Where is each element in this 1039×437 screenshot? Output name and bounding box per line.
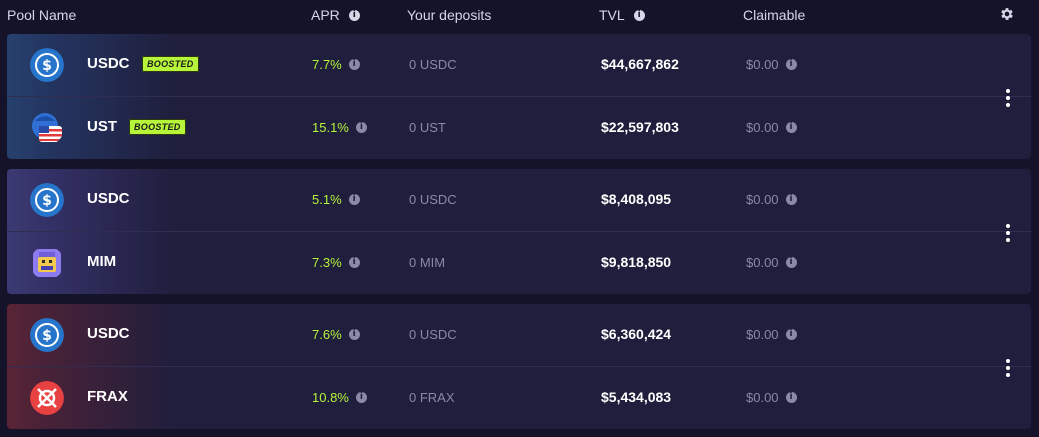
deposit-value: 0 MIM — [409, 255, 446, 270]
gear-icon[interactable] — [999, 6, 1015, 22]
info-icon[interactable]: i — [785, 257, 797, 268]
pool-row[interactable]: $ USDC 5.1% i 0 USDC $8,408,095 $0.00 i — [7, 169, 1031, 231]
usdc-icon: $ — [30, 318, 64, 352]
pool-row[interactable]: $ USDC BOOSTED 7.7% i 0 USDC $44,667,862… — [7, 34, 1031, 96]
mim-icon — [33, 249, 61, 277]
table-header: Pool Name APR i Your deposits TVL i Clai… — [0, 0, 1039, 30]
boosted-badge: BOOSTED — [142, 56, 199, 72]
info-icon[interactable]: i — [348, 329, 360, 340]
apr-value: 7.3% i — [312, 255, 360, 270]
info-icon[interactable]: i — [785, 59, 797, 70]
info-icon[interactable]: i — [633, 9, 645, 21]
frax-icon — [30, 381, 64, 415]
claimable-value: $0.00 i — [746, 327, 797, 342]
apr-value: 10.8% i — [312, 390, 367, 405]
tvl-value: $9,818,850 — [601, 254, 672, 270]
apr-value: 7.6% i — [312, 327, 360, 342]
header-claimable: Claimable — [743, 7, 805, 23]
info-icon[interactable]: i — [348, 257, 360, 268]
claimable-text: $0.00 — [746, 255, 779, 270]
claimable-value: $0.00 i — [746, 255, 797, 270]
pool-group-usdc-frax[interactable]: $ USDC 7.6% i 0 USDC $6,360,424 $0.00 i … — [7, 304, 1031, 429]
apr-text: 5.1% — [312, 192, 342, 207]
pool-row[interactable]: UST BOOSTED 15.1% i 0 UST $22,597,803 $0… — [7, 97, 1031, 159]
more-options-icon[interactable] — [1003, 359, 1013, 377]
usdc-icon: $ — [30, 183, 64, 217]
apr-value: 7.7% i — [312, 57, 360, 72]
claimable-value: $0.00 i — [746, 192, 797, 207]
tvl-value: $8,408,095 — [601, 191, 672, 207]
header-apr: APR i — [311, 7, 360, 23]
token-name: UST — [87, 118, 117, 135]
header-pool-name-label: Pool Name — [7, 7, 77, 23]
apr-value: 15.1% i — [312, 120, 367, 135]
token-name: USDC — [87, 190, 130, 207]
header-claimable-label: Claimable — [743, 7, 806, 23]
deposit-value: 0 USDC — [409, 57, 457, 72]
tvl-value: $6,360,424 — [601, 326, 672, 342]
claimable-text: $0.00 — [746, 120, 779, 135]
claimable-text: $0.00 — [746, 57, 779, 72]
tvl-value: $5,434,083 — [601, 389, 672, 405]
usdc-icon: $ — [30, 48, 64, 82]
svg-text:$: $ — [42, 328, 52, 344]
token-name: MIM — [87, 253, 117, 270]
apr-text: 7.7% — [312, 57, 342, 72]
boosted-badge: BOOSTED — [129, 119, 186, 135]
info-icon[interactable]: i — [348, 9, 360, 21]
pool-group-usdc-ust[interactable]: $ USDC BOOSTED 7.7% i 0 USDC $44,667,862… — [7, 34, 1031, 159]
pool-row[interactable]: MIM 7.3% i 0 MIM $9,818,850 $0.00 i — [7, 232, 1031, 294]
more-options-icon[interactable] — [1003, 224, 1013, 242]
header-tvl-label: TVL — [599, 7, 625, 23]
svg-text:$: $ — [42, 193, 52, 209]
pool-row[interactable]: $ USDC 7.6% i 0 USDC $6,360,424 $0.00 i — [7, 304, 1031, 366]
apr-text: 10.8% — [312, 390, 349, 405]
claimable-text: $0.00 — [746, 192, 779, 207]
info-icon[interactable]: i — [785, 122, 797, 133]
ust-icon — [32, 113, 62, 142]
info-icon[interactable]: i — [785, 392, 797, 403]
info-icon[interactable]: i — [785, 194, 797, 205]
deposit-value: 0 USDC — [409, 192, 457, 207]
apr-text: 7.3% — [312, 255, 342, 270]
info-icon[interactable]: i — [348, 194, 360, 205]
apr-text: 7.6% — [312, 327, 342, 342]
header-tvl: TVL i — [599, 7, 645, 23]
header-your-deposits: Your deposits — [407, 7, 491, 23]
token-name: USDC — [87, 55, 130, 72]
info-icon[interactable]: i — [355, 392, 367, 403]
pool-group-usdc-mim[interactable]: $ USDC 5.1% i 0 USDC $8,408,095 $0.00 i … — [7, 169, 1031, 294]
tvl-value: $44,667,862 — [601, 56, 679, 72]
token-name: USDC — [87, 325, 130, 342]
deposit-value: 0 UST — [409, 120, 446, 135]
claimable-value: $0.00 i — [746, 390, 797, 405]
claimable-value: $0.00 i — [746, 57, 797, 72]
token-name: FRAX — [87, 388, 128, 405]
svg-text:$: $ — [42, 58, 52, 74]
claimable-text: $0.00 — [746, 390, 779, 405]
deposit-value: 0 USDC — [409, 327, 457, 342]
info-icon[interactable]: i — [348, 59, 360, 70]
header-apr-label: APR — [311, 7, 340, 23]
deposit-value: 0 FRAX — [409, 390, 455, 405]
apr-value: 5.1% i — [312, 192, 360, 207]
claimable-text: $0.00 — [746, 327, 779, 342]
info-icon[interactable]: i — [785, 329, 797, 340]
tvl-value: $22,597,803 — [601, 119, 679, 135]
pool-row[interactable]: FRAX 10.8% i 0 FRAX $5,434,083 $0.00 i — [7, 367, 1031, 429]
header-your-deposits-label: Your deposits — [407, 7, 492, 23]
more-options-icon[interactable] — [1003, 89, 1013, 107]
info-icon[interactable]: i — [355, 122, 367, 133]
apr-text: 15.1% — [312, 120, 349, 135]
claimable-value: $0.00 i — [746, 120, 797, 135]
header-pool-name: Pool Name — [7, 7, 76, 23]
